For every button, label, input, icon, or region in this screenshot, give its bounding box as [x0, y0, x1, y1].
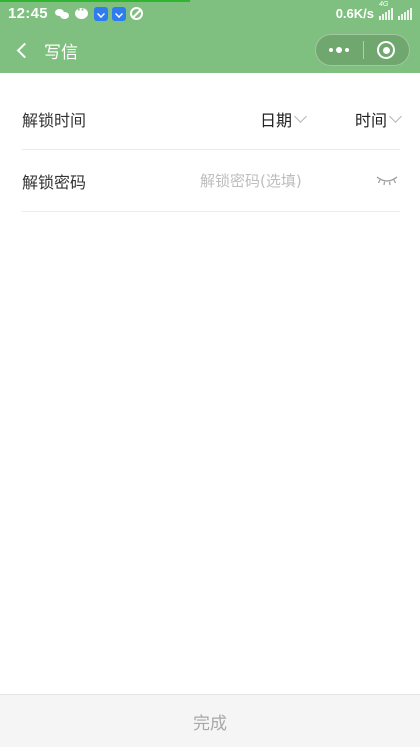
wechat-icon	[54, 7, 70, 21]
network-speed: 0.6K/s	[335, 6, 374, 21]
toggle-password-visibility-button[interactable]	[374, 171, 400, 191]
chevron-down-icon	[294, 109, 307, 123]
footer-bar: 完成	[0, 694, 420, 747]
letter-form: 解锁时间 日期 时间 解锁密码	[22, 88, 402, 212]
status-bar: 12:45 0.6K/s 4G	[0, 0, 420, 27]
notification-icons	[54, 5, 143, 21]
status-time: 12:45	[8, 5, 48, 22]
status-right: 0.6K/s 4G	[335, 1, 412, 21]
unlock-password-row: 解锁密码	[22, 150, 400, 212]
download-icon	[111, 6, 126, 21]
time-picker[interactable]: 时间	[354, 107, 402, 131]
navigation-bar: 写信	[0, 27, 420, 73]
network-type-label: 4G	[379, 0, 389, 8]
blocked-icon	[129, 7, 143, 20]
signal-icon: 4G	[379, 1, 393, 20]
unlock-time-label: 解锁时间	[22, 110, 87, 130]
date-picker[interactable]: 日期	[259, 107, 307, 131]
close-miniprogram-button[interactable]	[363, 35, 409, 65]
more-dots-icon	[329, 48, 334, 52]
header-area: 12:45 0.6K/s 4G 写信	[0, 0, 420, 73]
back-button[interactable]	[0, 27, 44, 73]
signal-icon	[398, 7, 412, 20]
chevron-down-icon	[389, 109, 402, 123]
chevron-left-icon	[16, 42, 32, 58]
more-button[interactable]	[316, 35, 363, 65]
unlock-time-row: 解锁时间 日期 时间	[22, 88, 402, 150]
time-picker-label: 时间	[354, 110, 387, 130]
miniprogram-capsule	[315, 34, 410, 66]
target-ring-icon	[377, 41, 396, 59]
page-title: 写信	[44, 42, 78, 63]
unlock-password-label: 解锁密码	[22, 172, 87, 192]
password-input[interactable]	[200, 171, 370, 190]
download-icon	[93, 6, 108, 21]
eye-closed-icon	[376, 175, 398, 185]
date-picker-label: 日期	[259, 110, 292, 130]
chat-bubble-icon	[74, 5, 90, 21]
done-button[interactable]: 完成	[193, 709, 227, 734]
